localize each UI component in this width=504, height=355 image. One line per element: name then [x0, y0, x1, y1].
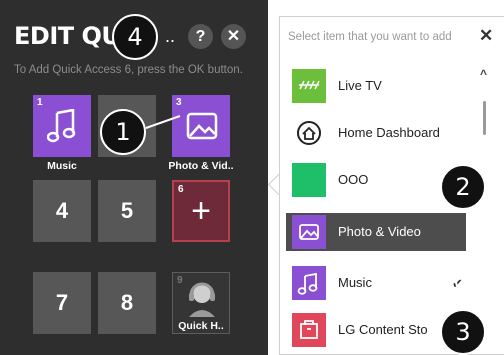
checkmark-icon: ✔ [452, 276, 463, 291]
scroll-up-arrow-icon[interactable]: ^ [480, 67, 487, 81]
select-panel-title: Select item that you want to add [288, 31, 452, 43]
list-item-lg-content-store[interactable]: LG Content Sto [286, 311, 466, 349]
callout-marker-2: 2 [440, 164, 486, 210]
music-note-icon [47, 109, 76, 143]
tile-photo-video[interactable]: 3 [172, 95, 230, 157]
list-item-ooo[interactable]: OOO [286, 161, 466, 199]
list-item-label: Live TV [338, 78, 382, 93]
tile-4[interactable]: 4 [33, 180, 91, 242]
select-panel-close-button[interactable]: ✕ [479, 26, 493, 46]
close-button[interactable]: ✕ [221, 24, 246, 49]
music-note-icon [292, 266, 326, 300]
scrollbar-thumb[interactable] [483, 101, 486, 135]
app-icon [292, 163, 326, 197]
tile-5[interactable]: 5 [98, 180, 156, 242]
tile-label: Photo & Vid.. [168, 160, 234, 172]
list-item-label: Music [338, 275, 372, 290]
list-item-photo-video[interactable]: Photo & Video [286, 213, 466, 251]
tile-8[interactable]: 8 [98, 272, 156, 334]
content-store-icon [292, 313, 326, 347]
tile-number-large: 5 [120, 198, 134, 223]
tile-label: Music [47, 160, 77, 172]
instruction-text: To Add Quick Access 6, press the OK butt… [14, 64, 243, 76]
list-item-label: Photo & Video [338, 224, 421, 239]
list-item-home-dashboard[interactable]: Home Dashboard [286, 114, 466, 152]
help-button[interactable]: ? [188, 24, 213, 49]
plus-icon: + [191, 191, 211, 230]
tile-label: Quick H.. [178, 320, 224, 332]
list-item-live-tv[interactable]: Live TV [286, 67, 466, 105]
tile-number: 3 [176, 97, 182, 108]
title-ellipsis: .. [165, 26, 176, 46]
photo-icon [292, 215, 326, 249]
tile-quick-help[interactable]: 9 Quick H.. [172, 272, 230, 334]
photo-icon [186, 112, 218, 140]
tile-number-large: 7 [55, 290, 69, 315]
tile-music[interactable]: 1 [33, 95, 91, 157]
live-tv-icon [292, 69, 326, 103]
tile-number-large: 4 [55, 198, 69, 223]
tile-7[interactable]: 7 [33, 272, 91, 334]
tile-number: 9 [177, 275, 183, 286]
list-item-label: Home Dashboard [338, 125, 440, 140]
callout-marker-4: 4 [112, 14, 158, 60]
list-item-label: OOO [338, 172, 369, 187]
tile-number: 1 [37, 97, 43, 108]
callout-marker-3: 3 [440, 309, 486, 355]
tile-6-add[interactable]: 6 + [172, 180, 230, 242]
list-item-music[interactable]: Music [286, 264, 466, 302]
callout-marker-1: 1 [100, 109, 146, 155]
list-item-label: LG Content Sto [338, 322, 428, 337]
home-dashboard-icon [292, 116, 326, 150]
tile-number-large: 8 [120, 290, 134, 315]
support-agent-icon [189, 282, 215, 317]
